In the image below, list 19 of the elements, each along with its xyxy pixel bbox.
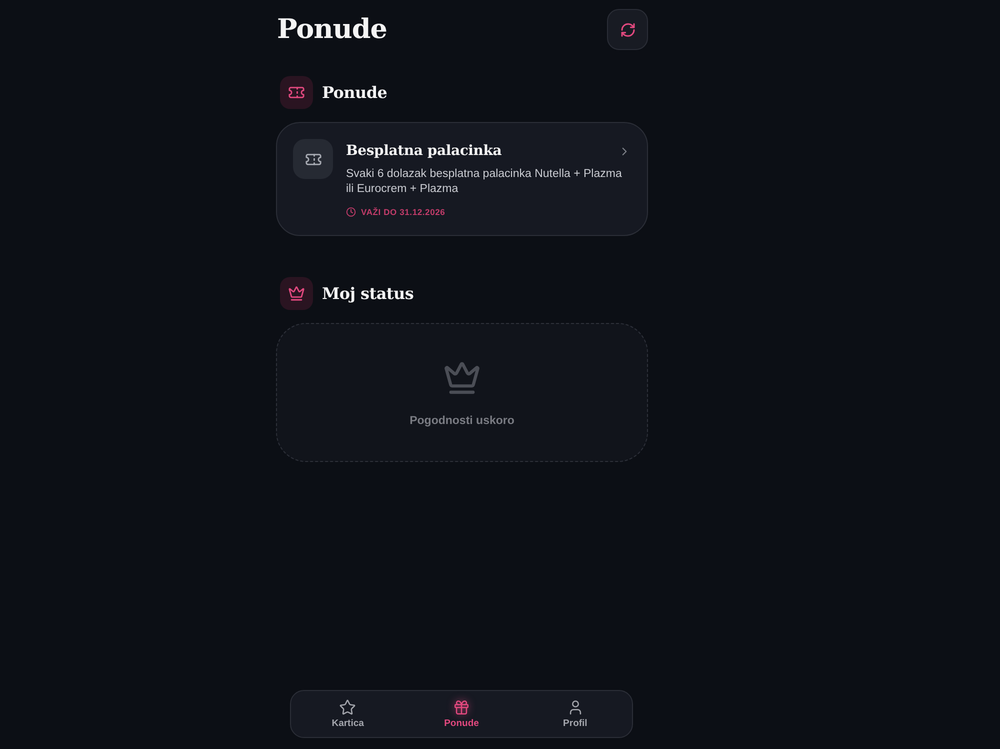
page-title: Ponude (277, 14, 387, 45)
crown-icon (280, 277, 313, 310)
empty-status-text: Pogodnosti uskoro (410, 414, 514, 426)
refresh-button[interactable] (607, 9, 648, 50)
nav-tab[interactable]: Kartica (291, 691, 405, 737)
section-title: Moj status (322, 284, 414, 303)
valid-until-text: VAŽI DO 31.12.2026 (361, 207, 446, 217)
offer-title: Besplatna palacinka (346, 142, 502, 160)
section-title: Ponude (322, 83, 388, 102)
offer-description: Svaki 6 dolazak besplatna palacinka Nutella + Plazma ili Eurocrem + Plazma (346, 167, 623, 197)
nav-tab[interactable]: Ponude (404, 691, 518, 737)
clock-icon (346, 207, 356, 217)
ticket-icon (293, 139, 333, 179)
offer-card[interactable]: Besplatna palacinka Svaki 6 dolazak besplatna palacinka Nutella + Plazma ili Eurocrem + Plazma VAŽI DO 31.12.2026 (276, 122, 648, 236)
refresh-icon (620, 22, 636, 38)
gift-icon (453, 699, 470, 716)
star-icon (339, 699, 356, 716)
nav-tab[interactable]: Profil (518, 691, 632, 737)
ticket-icon (280, 76, 313, 109)
